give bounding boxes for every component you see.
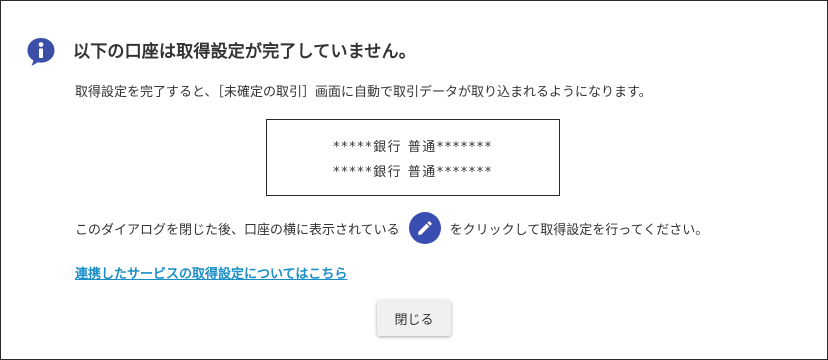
instruction-text: このダイアログを閉じた後、口座の横に表示されている をクリックして取得設定を行っ… <box>75 211 708 245</box>
edit-button[interactable] <box>408 212 441 244</box>
account-item: *****銀行 普通******* <box>333 139 493 155</box>
dialog: 以下の口座は取得設定が完了していません。 取得設定を完了すると、［未確定の取引］… <box>0 0 828 360</box>
settings-help-link[interactable]: 連携したサービスの取得設定についてはこちら <box>75 263 347 282</box>
pencil-icon <box>417 221 432 235</box>
account-list: *****銀行 普通******* *****銀行 普通******* <box>266 119 560 196</box>
info-icon <box>27 38 55 66</box>
close-button[interactable]: 閉じる <box>377 300 451 336</box>
instruction-after: をクリックして取得設定を行ってください。 <box>449 222 709 238</box>
dialog-title: 以下の口座は取得設定が完了していません。 <box>73 42 416 62</box>
instruction-before: このダイアログを閉じた後、口座の横に表示されている <box>75 222 400 238</box>
account-item: *****銀行 普通******* <box>333 164 493 180</box>
dialog-description: 取得設定を完了すると、［未確定の取引］画面に自動で取引データが取り込まれるように… <box>75 85 652 100</box>
